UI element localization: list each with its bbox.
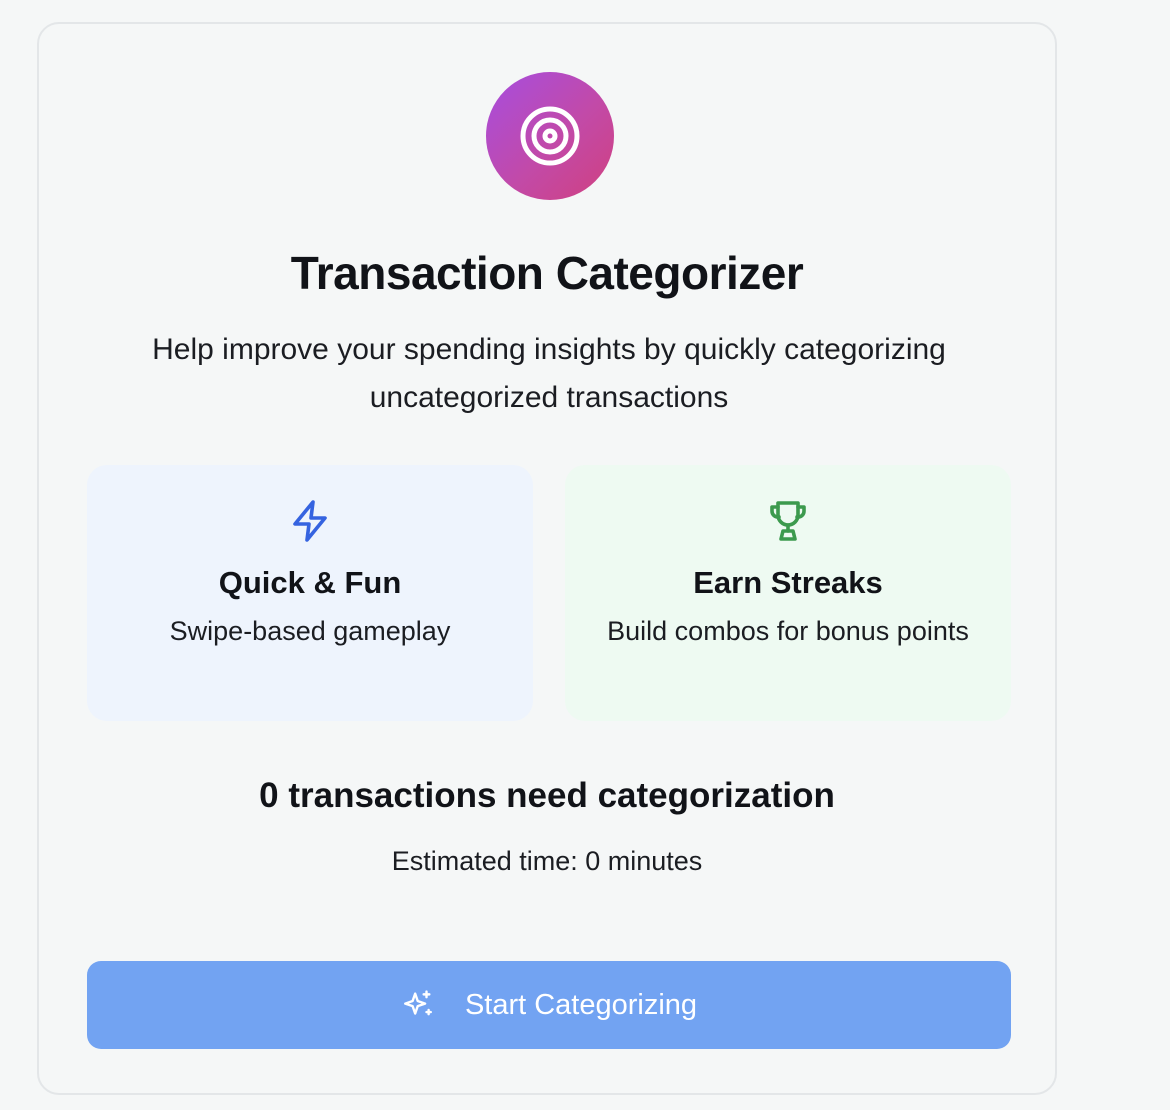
- transactions-count: 0 transactions need categorization: [259, 776, 835, 815]
- feature-card-earn-streaks: Earn Streaks Build combos for bonus poin…: [565, 465, 1011, 721]
- estimated-time: Estimated time: 0 minutes: [391, 846, 703, 876]
- target-icon: [486, 72, 614, 200]
- feature-description: Build combos for bonus points: [607, 616, 969, 646]
- feature-title: Earn Streaks: [693, 565, 883, 600]
- feature-title: Quick & Fun: [218, 565, 402, 600]
- sparkles-icon: [401, 988, 435, 1022]
- page-title: Transaction Categorizer: [290, 247, 804, 299]
- trophy-icon: [764, 497, 812, 545]
- categorizer-card: Transaction Categorizer Help improve you…: [37, 22, 1057, 1095]
- page-subtitle: Help improve your spending insights by q…: [152, 333, 946, 414]
- start-categorizing-label: Start Categorizing: [464, 988, 698, 1021]
- feature-card-quick-fun: Quick & Fun Swipe-based gameplay: [87, 465, 533, 721]
- start-categorizing-button[interactable]: Start Categorizing: [87, 961, 1011, 1049]
- feature-description: Swipe-based gameplay: [169, 616, 451, 646]
- lightning-icon: [286, 497, 334, 545]
